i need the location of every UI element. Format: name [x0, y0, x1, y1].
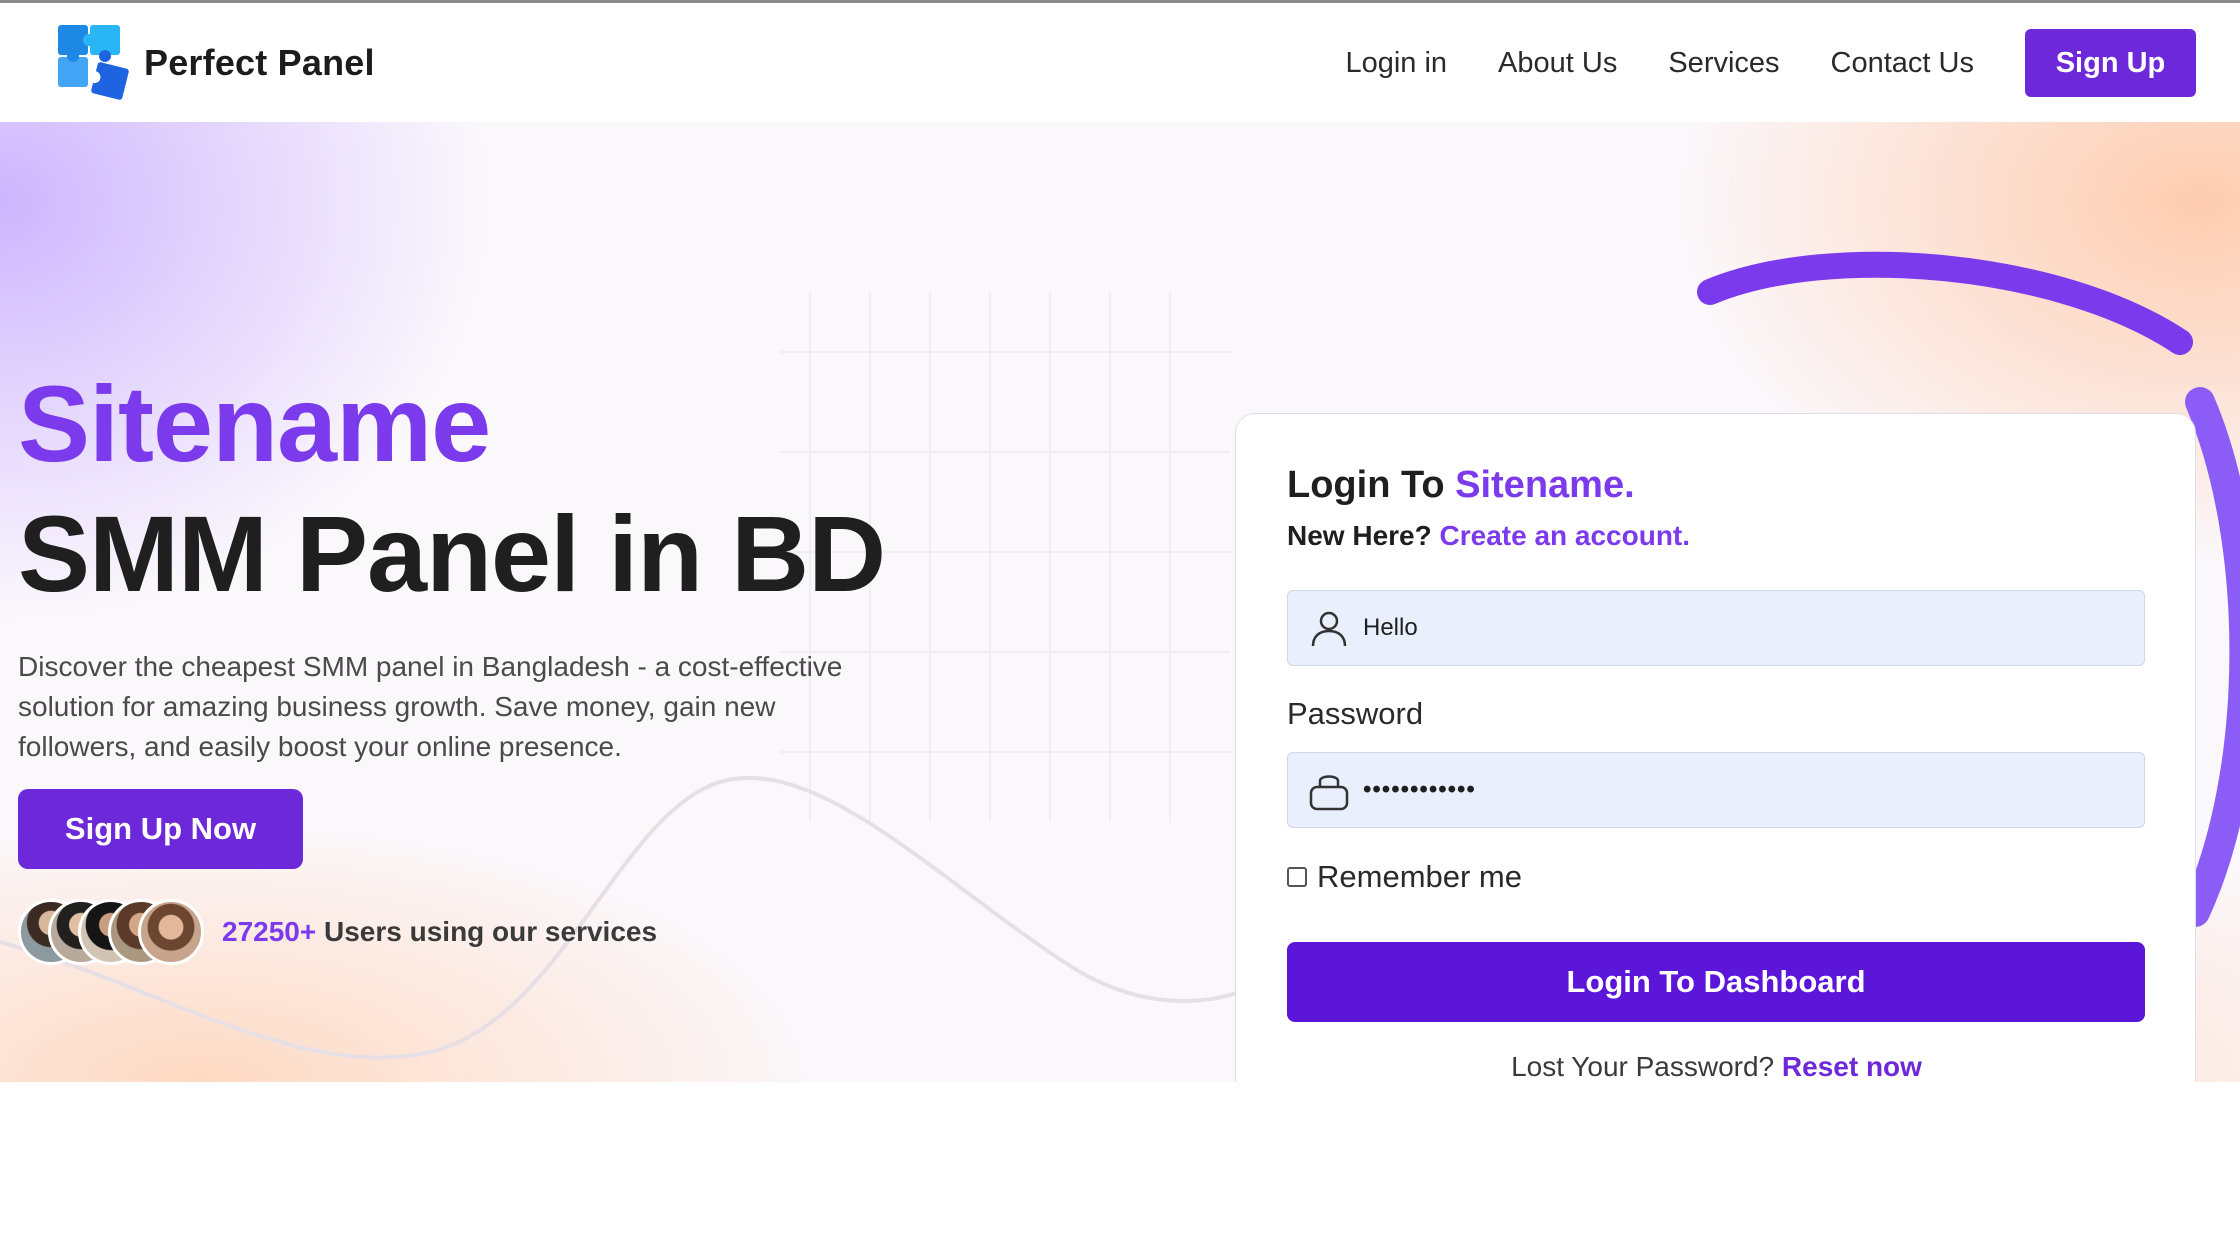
- nav-link-about[interactable]: About Us: [1498, 47, 1617, 80]
- login-button[interactable]: Login To Dashboard: [1287, 942, 2145, 1022]
- signup-button[interactable]: Sign Up: [2025, 29, 2196, 97]
- page: Perfect Panel Login in About Us Services…: [0, 0, 2240, 1260]
- users-text: Users using our services: [316, 916, 658, 947]
- avatar-group: [18, 899, 208, 965]
- brand-name: Perfect Panel: [144, 42, 375, 83]
- remember-checkbox[interactable]: [1287, 867, 1307, 887]
- create-account-link[interactable]: Create an account.: [1440, 520, 1691, 551]
- lost-password-label: Lost Your Password?: [1511, 1051, 1782, 1082]
- puzzle-logo-icon: [58, 25, 129, 100]
- nav-link-login[interactable]: Login in: [1345, 47, 1447, 80]
- login-card: Login To Sitename. New Here? Create an a…: [1235, 413, 2196, 1082]
- avatar: [138, 899, 204, 965]
- user-icon: [1311, 611, 1347, 647]
- hero-title: Sitename: [18, 363, 491, 484]
- nav-link-contact[interactable]: Contact Us: [1831, 47, 1974, 80]
- password-field[interactable]: [1287, 752, 2145, 828]
- users-count: 27250+: [222, 916, 317, 947]
- signup-now-button[interactable]: Sign Up Now: [18, 789, 303, 869]
- login-title-sitename: Sitename.: [1455, 464, 1635, 506]
- brand[interactable]: Perfect Panel: [56, 23, 375, 103]
- remember-label: Remember me: [1317, 859, 1522, 894]
- username-field[interactable]: [1287, 590, 2145, 666]
- remember-me[interactable]: Remember me: [1287, 857, 1522, 897]
- new-here-label: New Here?: [1287, 520, 1440, 551]
- login-title: Login To Sitename.: [1287, 464, 1635, 507]
- username-input[interactable]: [1363, 591, 2144, 665]
- users-label: 27250+ Users using our services: [222, 916, 657, 948]
- nav-links: Login in About Us Services Contact Us Si…: [1345, 29, 2240, 97]
- nav-link-services[interactable]: Services: [1668, 47, 1779, 80]
- reset-link[interactable]: Reset now: [1782, 1051, 1922, 1082]
- new-here-text: New Here? Create an account.: [1287, 520, 1690, 552]
- lost-password: Lost Your Password? Reset now: [1236, 1051, 2197, 1082]
- login-title-prefix: Login To: [1287, 464, 1456, 506]
- hero-description: Discover the cheapest SMM panel in Bangl…: [18, 651, 843, 762]
- navbar: Perfect Panel Login in About Us Services…: [0, 3, 2240, 122]
- lock-icon: [1309, 775, 1349, 811]
- users-stats: 27250+ Users using our services: [18, 894, 657, 970]
- password-input[interactable]: [1363, 753, 2144, 827]
- hero-subtitle: SMM Panel in BD: [18, 493, 886, 614]
- password-label: Password: [1287, 696, 1424, 731]
- hero-section: Sitename SMM Panel in BD Discover the ch…: [0, 122, 2240, 1082]
